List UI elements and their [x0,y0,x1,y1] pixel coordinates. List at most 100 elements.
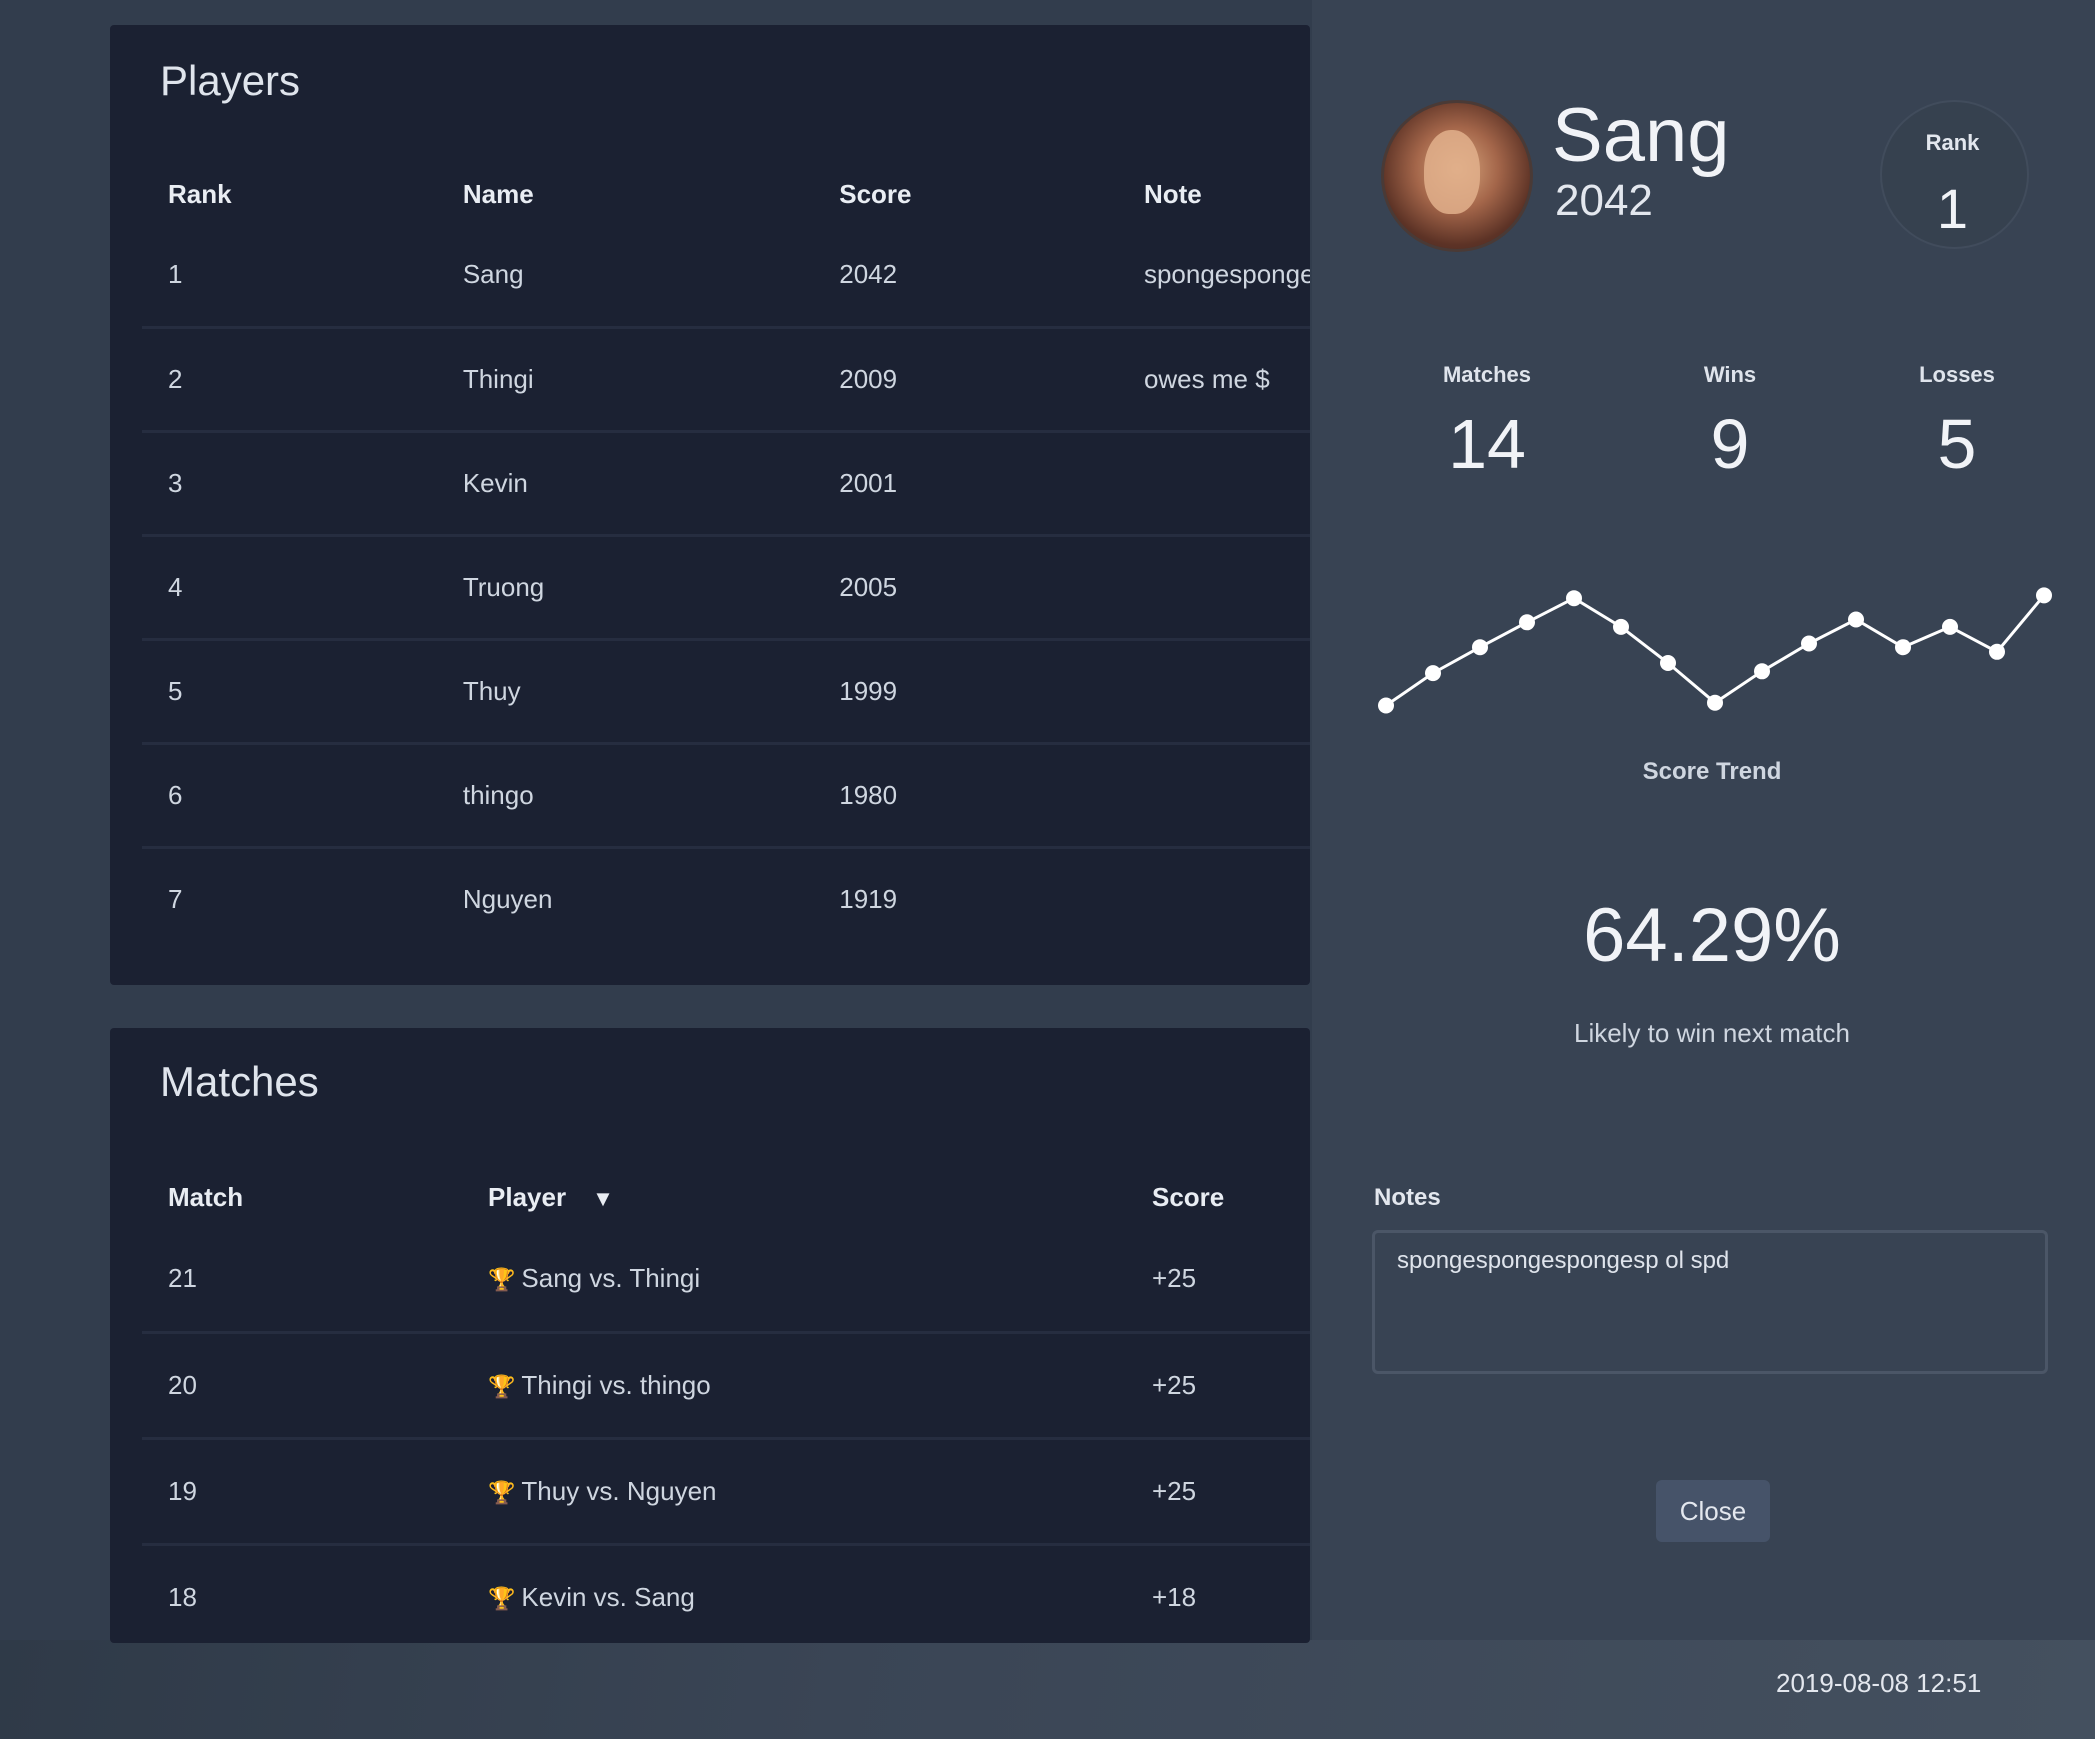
trend-point[interactable] [2036,587,2052,604]
player-note [1118,431,1310,535]
trend-point[interactable] [1425,665,1441,682]
player-rank: 1 [168,258,183,289]
players-card: Players Rank Name Score Note 1 Sang 2042… [110,25,1310,985]
trend-point[interactable] [1754,663,1770,680]
trophy-icon: 🏆 [488,1479,516,1505]
match-row[interactable]: 19 🏆 Thuy vs. Nguyen +25 [142,1438,1310,1544]
player-score: 1999 [839,675,898,706]
player-row[interactable]: 2 Thingi 2009 owes me $ [142,327,1310,431]
trend-point[interactable] [1472,639,1488,656]
column-header-score[interactable]: Score [1126,1168,1310,1226]
player-score: 2005 [839,571,898,602]
player-note: spongespongesp [1143,258,1310,289]
stat-matches-value: 14 [1448,405,1526,483]
player-row[interactable]: 7 Nguyen 1919 [142,847,1310,951]
matches-card: Matches Match Player ▼ Score 21 🏆 Sang vs.… [110,1028,1310,1643]
column-header-player[interactable]: Player ▼ [462,1168,1126,1226]
player-rank: 5 [168,675,183,706]
trend-point[interactable] [1942,618,1958,635]
player-name: thingo [462,779,534,810]
matches-table: Match Player ▼ Score 21 🏆 Sang vs. Thingi … [142,1168,1310,1643]
score-trend-label: Score Trend [1642,758,1782,785]
player-row[interactable]: 6 thingo 1980 [142,743,1310,847]
player-score: 2001 [839,467,898,498]
win-probability-value: 64.29% [1583,893,1841,978]
trend-point[interactable] [1660,655,1676,671]
column-header-note[interactable]: Note [1118,165,1310,223]
matches-title: Matches [160,1058,319,1105]
player-row[interactable]: 1 Sang 2042 spongespongesp [142,223,1310,327]
trend-point[interactable] [1378,697,1394,714]
match-number: 21 [168,1262,197,1293]
match-players-cell: 🏆 Sang vs. Thingi [462,1226,1126,1332]
player-note [1118,847,1310,951]
rank-label: Rank [1925,130,1980,155]
notes-input[interactable]: spongespongespongesp ol spd [1372,1230,2048,1374]
detail-player-name: Sang [1552,93,1730,178]
trend-point[interactable] [1707,694,1723,711]
player-note [1118,743,1310,847]
trend-point[interactable] [1989,643,2005,660]
player-row[interactable]: 5 Thuy 1999 [142,639,1310,743]
close-button[interactable]: Close [1656,1480,1770,1542]
player-rank: 4 [168,571,183,602]
player-rank: 3 [168,467,183,498]
match-score: +25 [1152,1262,1197,1293]
stat-wins-label: Wins [1703,362,1757,387]
match-number: 19 [168,1475,197,1506]
trend-point[interactable] [1519,614,1535,631]
player-score: 2009 [839,363,898,394]
match-row[interactable]: 21 🏆 Sang vs. Thingi +25 [142,1226,1310,1332]
player-score: 1980 [839,779,898,810]
player-row[interactable]: 4 Truong 2005 [142,535,1310,639]
player-name: Nguyen [462,884,553,915]
player-note [1118,535,1310,639]
players-table: Rank Name Score Note 1 Sang 2042 sponges… [142,165,1310,951]
player-name: Thingi [462,363,534,394]
player-name: Sang [462,258,524,289]
match-players: Sang vs. Thingi [521,1262,701,1293]
column-header-player-label: Player [488,1181,567,1212]
column-header-name[interactable]: Name [437,165,813,223]
stat-wins-value: 9 [1710,405,1750,483]
match-row[interactable]: 20 🏆 Thingi vs. thingo +25 [142,1332,1310,1438]
match-score: +18 [1152,1582,1197,1613]
match-row[interactable]: 18 🏆 Kevin vs. Sang +18 [142,1544,1310,1643]
timestamp: 2019-08-08 12:51 [1776,1668,1982,1698]
trend-point[interactable] [1895,639,1911,656]
win-probability-label: Likely to win next match [1573,1018,1850,1048]
trend-point[interactable] [1801,635,1817,652]
rank-value: 1 [1936,177,1969,240]
player-row[interactable]: 3 Kevin 2001 [142,431,1310,535]
player-name: Thuy [462,675,521,706]
player-name: Kevin [462,467,528,498]
match-players-cell: 🏆 Thuy vs. Nguyen [462,1438,1126,1544]
player-avatar-face [1424,130,1480,214]
players-header-row: Rank Name Score Note [142,165,1310,223]
match-score: +25 [1152,1475,1197,1506]
match-number: 20 [168,1369,197,1400]
detail-player-score: 2042 [1555,176,1653,225]
player-note [1118,639,1310,743]
column-header-rank[interactable]: Rank [142,165,437,223]
column-header-match[interactable]: Match [142,1168,462,1226]
trend-point[interactable] [1848,611,1864,628]
stat-matches-label: Matches [1442,362,1532,387]
match-players: Thuy vs. Nguyen [521,1475,717,1506]
column-header-score[interactable]: Score [813,165,1118,223]
player-note: owes me $ [1143,363,1270,394]
trend-point[interactable] [1566,590,1582,607]
match-players: Kevin vs. Sang [521,1582,695,1613]
filter-triangle-icon[interactable]: ▼ [592,1186,614,1212]
player-rank: 7 [168,884,183,915]
trend-point[interactable] [1613,618,1629,635]
player-rank: 6 [168,779,183,810]
match-players-cell: 🏆 Kevin vs. Sang [462,1544,1126,1643]
notes-label: Notes [1374,1184,1441,1211]
score-trend-chart [1378,587,2052,714]
player-score: 2042 [839,258,898,289]
matches-header-row: Match Player ▼ Score [142,1168,1310,1226]
trophy-icon: 🏆 [488,1373,516,1399]
match-players: Thingi vs. thingo [521,1369,711,1400]
match-players-cell: 🏆 Thingi vs. thingo [462,1332,1126,1438]
